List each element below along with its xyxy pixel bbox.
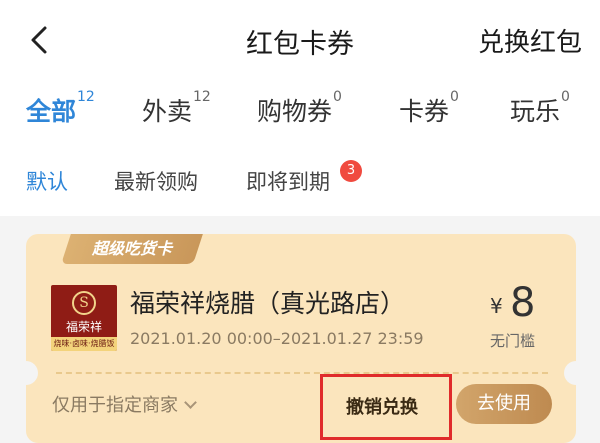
tab-cards[interactable]: 卡券0 (399, 88, 459, 128)
tab-all[interactable]: 全部12 (26, 88, 95, 128)
logo-name: 福荣祥 (65, 320, 102, 334)
nav-bar: 红包卡券 兑换红包 (0, 0, 600, 80)
currency-symbol: ¥ (490, 294, 503, 318)
shop-name: 福荣祥烧腊（真光路店） (130, 289, 406, 318)
validity-period: 2021.01.20 00:00–2021.01.27 23:59 (130, 329, 424, 348)
subtab-label: 即将到期 (246, 170, 330, 194)
highlight-box (320, 374, 452, 440)
usage-scope-toggle[interactable]: 仅用于指定商家 (52, 391, 197, 417)
chevron-down-icon (184, 396, 197, 409)
card-notch-left (14, 361, 38, 385)
logo-mark: S (72, 291, 96, 315)
use-coupon-button[interactable]: 去使用 (456, 384, 552, 424)
usage-scope-text: 仅用于指定商家 (52, 395, 178, 416)
tab-count: 0 (333, 88, 342, 105)
subtab-latest[interactable]: 最新领购 (114, 166, 198, 196)
tab-label: 全部 (26, 97, 77, 126)
tab-count: 12 (77, 88, 95, 105)
subtab-expiring[interactable]: 即将到期 3 (246, 160, 362, 196)
expiring-count-badge: 3 (340, 160, 362, 182)
category-tabs: 全部12 外卖12 购物券0 卡券0 玩乐0 (0, 88, 600, 140)
tab-entertainment[interactable]: 玩乐0 (510, 88, 570, 128)
tab-count: 0 (561, 88, 570, 105)
store-logo-icon: S 福荣祥 烧味·卤味·烧腊饭 (51, 285, 117, 351)
amount-value: 8 (510, 280, 536, 326)
subtab-default[interactable]: 默认 (26, 166, 68, 196)
card-type-text: 超级吃货卡 (91, 239, 172, 258)
tab-label: 卡券 (399, 97, 450, 126)
card-divider (56, 372, 548, 374)
sort-tabs: 默认 最新领购 即将到期 3 (0, 160, 600, 202)
tab-label: 外卖 (142, 97, 193, 126)
tab-count: 0 (450, 88, 459, 105)
card-notch-right (564, 361, 588, 385)
tab-shopping-coupons[interactable]: 购物券0 (257, 88, 342, 128)
tab-takeout[interactable]: 外卖12 (142, 88, 211, 128)
tab-label: 购物券 (257, 97, 333, 126)
usage-threshold: 无门槛 (490, 332, 536, 350)
tab-label: 玩乐 (510, 97, 561, 126)
card-type-label: 超级吃货卡 (61, 234, 203, 264)
logo-tagline: 烧味·卤味·烧腊饭 (51, 337, 117, 351)
exchange-redpacket-button[interactable]: 兑换红包 (478, 22, 582, 59)
tab-count: 12 (193, 88, 211, 105)
